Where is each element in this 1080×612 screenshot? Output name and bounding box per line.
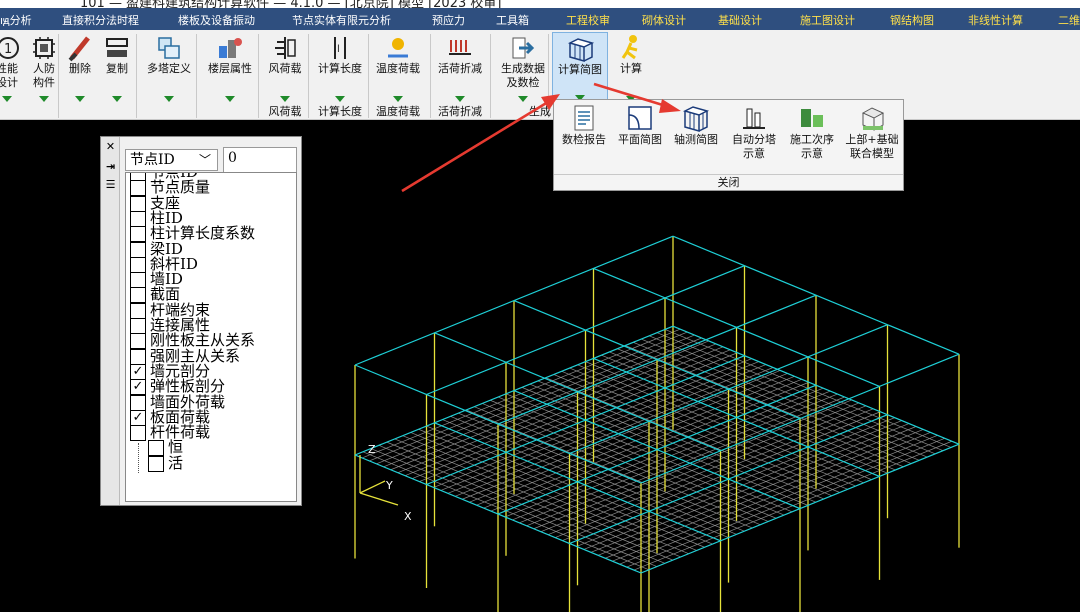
menu-item-6[interactable]: 工程校审	[566, 12, 610, 28]
ribbon-button-fenghezai[interactable]: 风荷载	[262, 32, 308, 102]
menu-item-11[interactable]: 非线性计算	[968, 12, 1023, 28]
dropdown-arrow-icon	[455, 96, 465, 102]
ribbon-separator	[136, 34, 137, 118]
dropdown-arrow-icon	[518, 96, 528, 102]
ribbon-label-2: 及数检	[506, 76, 540, 89]
louceng-icon	[219, 38, 242, 58]
menu-item-12[interactable]: 二维	[1058, 12, 1080, 28]
ribbon-button-jisuan[interactable]: 计算	[612, 32, 650, 102]
ribbon-separator	[430, 34, 431, 118]
model-viewport[interactable]: Z Y X	[0, 121, 1080, 612]
jisuanjiantu-icon	[567, 38, 594, 62]
ribbon-label: 删除	[69, 62, 91, 75]
dropdown-arrow-icon	[164, 96, 174, 102]
ribbon-button-huohe[interactable]: 活荷折减	[432, 32, 488, 102]
menu-item-0[interactable]: ıԭ分析	[0, 12, 32, 28]
ribbon-label: 复制	[106, 62, 128, 75]
ribbon-group-label: 风荷载	[268, 105, 302, 118]
renfang-icon	[33, 37, 55, 59]
ribbon-button-xingneng[interactable]: 1 性能 设计	[0, 32, 20, 102]
ribbon-label: 计算	[620, 62, 642, 75]
menu-item-5[interactable]: 工具箱	[496, 12, 529, 28]
menu-bar: ıԭ分析 直接积分法时程 楼板及设备振动 节点实体有限元分析 预应力 工具箱 工程校审 砌体设…	[0, 8, 1080, 30]
ribbon-button-jisuanchangdu[interactable]: l 计算长度	[312, 32, 368, 102]
ribbon-label: 多塔定义	[147, 62, 191, 75]
dropdown-arrow-icon	[225, 96, 235, 102]
shengcheng-icon	[512, 37, 535, 59]
menu-item-2[interactable]: 楼板及设备振动	[178, 12, 255, 28]
ribbon-button-shengcheng[interactable]: 生成数据 及数检	[496, 32, 550, 102]
ribbon-button-jisuanjiantu[interactable]: 计算简图	[552, 32, 608, 102]
menu-item-1[interactable]: 直接积分法时程	[62, 12, 139, 28]
ribbon-label: 风荷载	[268, 62, 302, 75]
jisuan-icon	[621, 35, 638, 60]
ribbon-button-duota[interactable]: 多塔定义	[142, 32, 196, 102]
ribbon-label-2: 设计	[0, 76, 18, 89]
xingneng-icon: 1	[0, 37, 19, 59]
ribbon-separator	[58, 34, 59, 118]
menu-item-10[interactable]: 钢结构图	[890, 12, 934, 28]
shanchu-icon	[68, 36, 90, 62]
fenghezai-icon	[275, 37, 296, 59]
ribbon-separator	[368, 34, 369, 118]
duota-icon	[158, 37, 180, 59]
ribbon-label: 活荷折减	[438, 62, 482, 75]
ribbon-button-wendu[interactable]: 温度荷载	[370, 32, 426, 102]
ribbon-label: 生成数据	[501, 62, 545, 75]
fuzhi-icon	[106, 38, 128, 57]
x-axis-label: X	[404, 510, 412, 523]
dropdown-arrow-icon	[112, 96, 122, 102]
huohe-icon	[449, 40, 471, 55]
dropdown-arrow-icon	[280, 96, 290, 102]
window-title: 101 — 盈建科建筑结构计算软件 — 4.1.0 — [北京院] 模型 [20…	[80, 0, 502, 8]
ribbon-group-label: 活荷折减	[438, 105, 482, 118]
dropdown-arrow-icon	[335, 96, 345, 102]
svg-text:l: l	[337, 44, 340, 55]
ribbon-button-renfang[interactable]: 人防 构件	[28, 32, 60, 102]
dropdown-arrow-icon	[2, 96, 12, 102]
ribbon-label-2: 构件	[33, 76, 55, 89]
wendu-icon	[388, 38, 408, 58]
menu-item-7[interactable]: 砌体设计	[642, 12, 686, 28]
x-axis	[359, 492, 399, 506]
ribbon-label: 人防	[33, 62, 55, 75]
ribbon-separator	[196, 34, 197, 118]
menu-item-3[interactable]: 节点实体有限元分析	[292, 12, 391, 28]
dropdown-arrow-icon	[393, 96, 403, 102]
menu-item-9[interactable]: 施工图设计	[800, 12, 855, 28]
ribbon-button-shanchu[interactable]: 删除	[64, 32, 96, 102]
dropdown-arrow-icon	[75, 96, 85, 102]
ribbon-label: 性能	[0, 62, 18, 75]
menu-item-8[interactable]: 基础设计	[718, 12, 762, 28]
jisuanchangdu-icon: l	[334, 37, 346, 59]
ribbon-label: 计算简图	[558, 63, 602, 76]
ribbon-separator	[258, 34, 259, 118]
ribbon-group-label: 温度荷载	[376, 105, 420, 118]
svg-text:1: 1	[4, 42, 12, 57]
dropdown-arrow-icon	[39, 96, 49, 102]
ribbon-toolbar: 1 性能 设计 人防 构件 删除 复制 多塔定义 楼层属性 风荷载 l 计算长度 温度荷载 活荷折减 生成数…	[0, 30, 1080, 120]
z-axis-label: Z	[368, 443, 376, 456]
ribbon-button-louceng[interactable]: 楼层属性	[202, 32, 258, 102]
ribbon-button-fuzhi[interactable]: 复制	[100, 32, 134, 102]
y-axis	[359, 480, 386, 494]
ribbon-label: 计算长度	[318, 62, 362, 75]
ribbon-label: 楼层属性	[208, 62, 252, 75]
menu-item-4[interactable]: 预应力	[432, 12, 465, 28]
ribbon-separator	[490, 34, 491, 118]
ribbon-group-label: 计算长度	[318, 105, 362, 118]
ribbon-label: 温度荷载	[376, 62, 420, 75]
ribbon-separator	[308, 34, 309, 118]
y-axis-label: Y	[385, 479, 393, 492]
title-bar: 101 — 盈建科建筑结构计算软件 — 4.1.0 — [北京院] 模型 [20…	[0, 0, 1080, 8]
